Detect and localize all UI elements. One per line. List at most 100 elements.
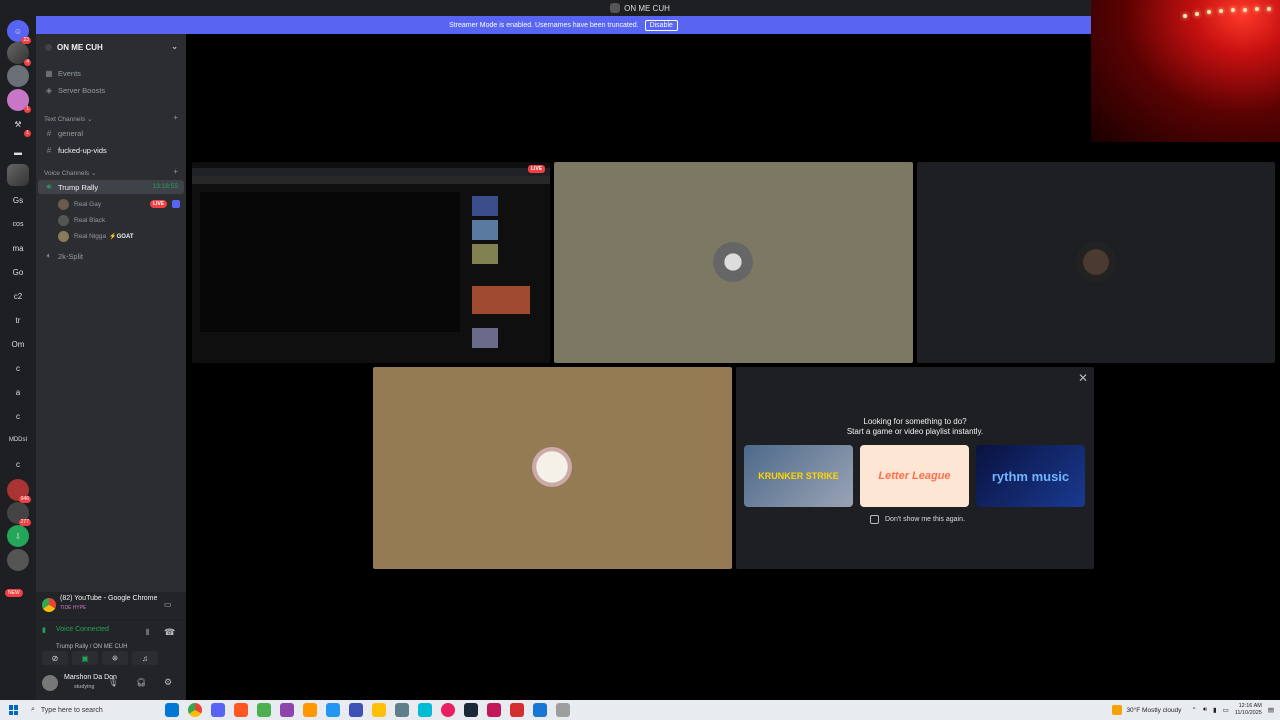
server-a[interactable]: a [7, 381, 29, 403]
chrome-icon[interactable] [188, 703, 202, 717]
voice-connected-panel: ▮ Voice Connected Trump Rally / ON ME CU… [36, 620, 186, 668]
app-icon[interactable] [533, 703, 547, 717]
server-tr[interactable]: tr [7, 309, 29, 331]
gear-icon[interactable]: ⚙ [164, 677, 172, 688]
file-explorer-icon[interactable] [372, 703, 386, 717]
server-om[interactable]: Om [7, 333, 29, 355]
server-go[interactable]: Go [7, 261, 29, 283]
voice-user[interactable]: Real Black [58, 213, 105, 227]
voice-user[interactable]: Real Nigga ⚡GOAT [58, 229, 134, 243]
participant-tile[interactable] [554, 162, 913, 363]
disable-streamer-mode-button[interactable]: Disable [644, 19, 678, 31]
server-c-3[interactable]: c [7, 453, 29, 475]
taskbar-search[interactable]: ⌕ Type here to search [31, 703, 156, 717]
calendar-icon: ▦ [45, 68, 53, 78]
activity-sub: TIDE HYPE [60, 605, 87, 611]
screen-share-button[interactable]: ▣ [72, 651, 98, 665]
voice-category[interactable]: Voice Channels ⌄ [44, 169, 96, 177]
server-icon-12[interactable] [7, 549, 29, 571]
app-icon[interactable] [556, 703, 570, 717]
add-voice-channel-icon[interactable]: + [173, 167, 178, 176]
server-icon-4[interactable]: ⚒ 1 [7, 113, 31, 137]
disconnect-icon[interactable]: ☎ [164, 627, 175, 638]
voice-user[interactable]: Real Gay [58, 197, 101, 211]
app-icon[interactable] [487, 703, 501, 717]
headphones-icon[interactable]: 🎧︎ [136, 678, 146, 687]
home-button[interactable]: ☺ 23 [7, 20, 31, 44]
server-icon-2[interactable] [7, 65, 29, 87]
server-abbrev: c [16, 411, 20, 421]
steam-icon[interactable] [464, 703, 478, 717]
server-c2[interactable]: c2 [7, 285, 29, 307]
close-icon[interactable]: ✕ [1078, 371, 1088, 385]
app-icon[interactable] [280, 703, 294, 717]
server-icon-9[interactable]: 946 [7, 479, 31, 503]
participant-tile[interactable] [917, 162, 1275, 363]
app-icon[interactable] [510, 703, 524, 717]
minecraft-icon[interactable] [257, 703, 271, 717]
clock[interactable]: 12:16 AM 11/10/2025 [1235, 703, 1262, 717]
rocket-icon: ⁜ [111, 653, 119, 663]
opera-icon[interactable] [234, 703, 248, 717]
app-icon[interactable] [349, 703, 363, 717]
game-krunker-strike[interactable]: KRUNKER STRIKE [744, 445, 853, 507]
voice-location[interactable]: Trump Rally / ON ME CUH [56, 644, 127, 650]
camera-button[interactable]: ⊘ [42, 651, 68, 665]
channel-general[interactable]: # general [44, 126, 83, 140]
volume-icon[interactable]: 🔊︎ [1203, 706, 1207, 714]
server-cos[interactable]: cos [7, 213, 29, 235]
game-title: Letter League [878, 470, 951, 482]
download-apps-button[interactable]: ⇩ [7, 525, 29, 547]
soundboard-button[interactable]: ♫ [132, 651, 158, 665]
start-button[interactable] [9, 705, 19, 715]
channel-fucked-up-vids[interactable]: # fucked-up-vids [44, 143, 107, 157]
server-badge: 4 [24, 59, 31, 66]
server-c[interactable]: c [7, 357, 29, 379]
server-gs[interactable]: Gs [7, 189, 29, 211]
chevron-up-icon[interactable]: ⌃ [1191, 706, 1196, 714]
server-mddsl[interactable]: MDDsI [7, 429, 29, 451]
weather-text[interactable]: 30°F Mostly cloudy [1126, 707, 1181, 714]
app-icon[interactable] [418, 703, 432, 717]
thumbnail [472, 244, 498, 264]
microphone-icon[interactable]: 🎙︎ [108, 678, 118, 687]
add-channel-icon[interactable]: + [173, 113, 178, 122]
app-icon[interactable] [326, 703, 340, 717]
server-ma[interactable]: ma [7, 237, 29, 259]
activities-button[interactable]: ⁜ [102, 651, 128, 665]
guild-header[interactable]: ON ME CUH ⌄ [36, 34, 186, 60]
clock-date: 11/10/2025 [1234, 710, 1262, 716]
app-icon[interactable] [303, 703, 317, 717]
noise-suppression-icon[interactable]: ⫴ [146, 628, 149, 638]
notification-icon[interactable]: ▤ [1268, 706, 1274, 714]
app-rythm-music[interactable]: rythm music [976, 445, 1085, 507]
server-c-2[interactable]: c [7, 405, 29, 427]
server-icon-10[interactable]: 277 [7, 502, 31, 526]
mask-icon: ▬ [14, 147, 22, 157]
network-icon[interactable]: ▮ [1213, 706, 1217, 714]
server-icon-5[interactable]: ▬ [7, 141, 29, 163]
server-icon-active[interactable] [7, 164, 29, 186]
avatar [1076, 242, 1116, 282]
server-abbrev: c [16, 363, 20, 373]
battery-icon[interactable]: ▭ [1223, 706, 1229, 714]
participant-tile[interactable] [373, 367, 732, 569]
text-category[interactable]: Text Channels ⌄ [44, 115, 92, 123]
voice-channel-2k-split[interactable]: 🔈︎ 2k-Split [44, 249, 83, 263]
server-boosts-link[interactable]: ◈ Server Boosts [44, 83, 105, 97]
speaker-icon: 🔈︎ [46, 251, 52, 260]
channel-label: fucked-up-vids [58, 145, 107, 155]
screen-share-tile[interactable]: LIVE [192, 162, 550, 363]
game-letter-league[interactable]: Letter League [860, 445, 969, 507]
events-link[interactable]: ▦ Events [44, 66, 81, 80]
screen-share-icon[interactable]: ▭ [164, 600, 172, 609]
avatar[interactable] [42, 675, 58, 691]
discord-icon[interactable] [211, 703, 225, 717]
browser-toolbar [192, 176, 550, 184]
dont-show-checkbox[interactable]: Don't show me this again. [870, 515, 965, 524]
settings-icon[interactable] [395, 703, 409, 717]
server-icon-1[interactable]: 4 [7, 42, 31, 66]
edge-icon[interactable] [165, 703, 179, 717]
server-icon-3[interactable]: 1 [7, 89, 31, 113]
app-icon[interactable] [441, 703, 455, 717]
